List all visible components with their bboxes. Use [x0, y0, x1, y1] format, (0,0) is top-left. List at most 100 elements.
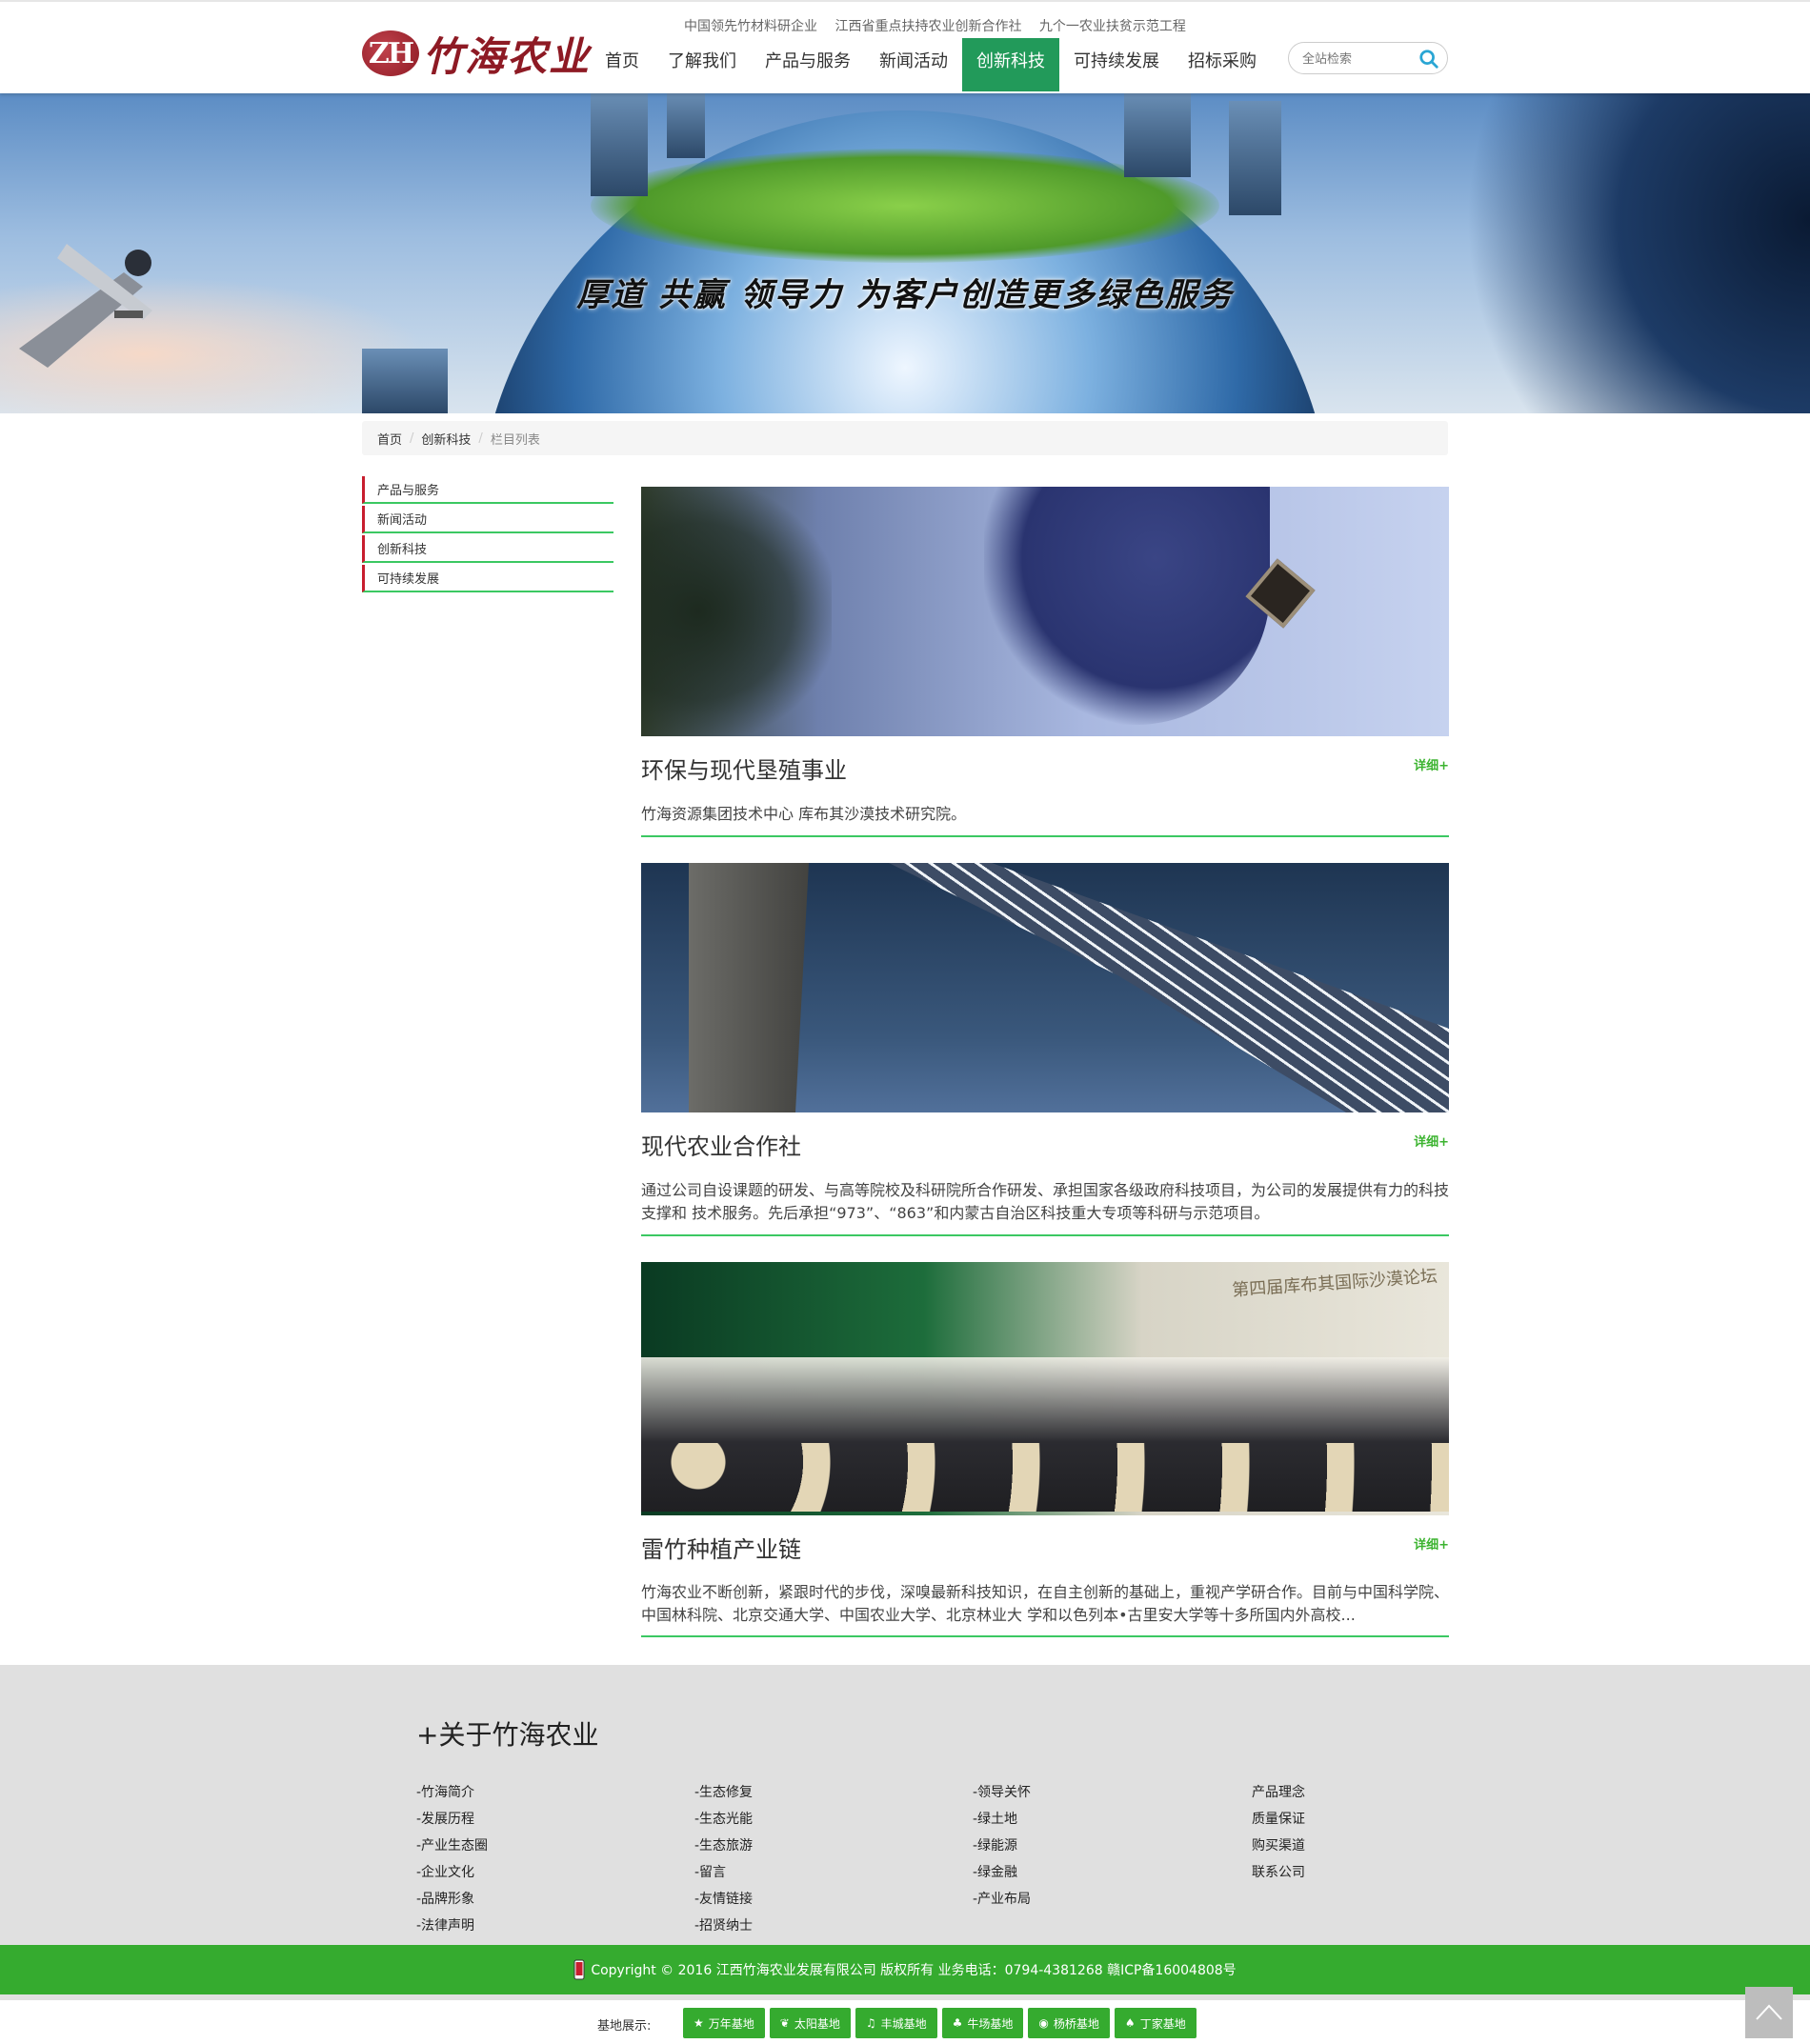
base-button-niuchang[interactable]: ♣ 牛场基地: [941, 2008, 1024, 2038]
site-header: ZH 竹海农业 中国领先竹材料研企业 江西省重点扶持农业创新合作社 九个一农业扶…: [0, 0, 1810, 93]
article-title[interactable]: 雷竹种植产业链: [641, 1531, 801, 1564]
breadcrumb-home[interactable]: 首页: [377, 430, 402, 448]
banner-building: [1124, 91, 1191, 177]
slogan-2: 江西省重点扶持农业创新合作社: [835, 19, 1022, 34]
footer-link[interactable]: -生态修复: [694, 1779, 961, 1806]
logo-text: 竹海农业: [423, 32, 592, 80]
footer-link[interactable]: 质量保证: [1252, 1806, 1518, 1833]
base-button-wannian[interactable]: ★ 万年基地: [683, 2008, 765, 2038]
footer-link[interactable]: -法律声明: [416, 1913, 683, 1939]
footer-column: -竹海简介 -发展历程 -产业生态圈 -企业文化 -品牌形象 -法律声明: [416, 1779, 683, 1939]
footer-link[interactable]: 购买渠道: [1252, 1833, 1518, 1859]
star-icon: ★: [694, 2016, 704, 2030]
footer-link[interactable]: -发展历程: [416, 1806, 683, 1833]
article-title[interactable]: 环保与现代垦殖事业: [641, 751, 847, 785]
breadcrumb-innovation[interactable]: 创新科技: [421, 430, 471, 448]
banner-building: [1229, 101, 1281, 215]
nav-innovation[interactable]: 创新科技: [962, 38, 1059, 91]
site-logo[interactable]: ZH 竹海农业: [362, 29, 591, 80]
base-label: 基地展示:: [597, 2019, 652, 2034]
logo-mark: ZH: [362, 30, 419, 76]
banner-building: [362, 349, 448, 413]
base-button-yangqiao[interactable]: ◉ 杨桥基地: [1028, 2008, 1110, 2038]
breadcrumb-separator: /: [478, 431, 483, 446]
image-caps: [641, 1443, 1449, 1512]
copyright-text: Copyright © 2016 江西竹海农业发展有限公司 版权所有 业务电话：…: [591, 1963, 1237, 1978]
footer-column: 产品理念 质量保证 购买渠道 联系公司: [1252, 1779, 1518, 1886]
article-title[interactable]: 现代农业合作社: [641, 1128, 801, 1161]
base-button-label: 牛场基地: [967, 2016, 1014, 2031]
footer-link[interactable]: -竹海简介: [416, 1779, 683, 1806]
image-pillar: [689, 863, 809, 1112]
footer-link[interactable]: -生态光能: [694, 1806, 961, 1833]
article-description: 竹海资源集团技术中心 库布其沙漠技术研究院。: [641, 805, 967, 823]
image-forum-sign: 第四届库布其国际沙漠论坛: [1231, 1266, 1438, 1301]
article-more-link[interactable]: 详细+: [1414, 755, 1449, 773]
footer-link[interactable]: -生态旅游: [694, 1833, 961, 1859]
image-solar-panel: [889, 863, 1449, 1112]
article-card: 现代农业合作社 详细+ 通过公司自设课题的研发、与高等院校及科研院所合作研发、承…: [641, 863, 1449, 1236]
nav-procurement[interactable]: 招标采购: [1174, 38, 1271, 91]
copyright-bar: Copyright © 2016 江西竹海农业发展有限公司 版权所有 业务电话：…: [0, 1945, 1810, 1994]
footer-link[interactable]: -产业布局: [973, 1886, 1239, 1913]
article-image-forum[interactable]: 第四届库布其国际沙漠论坛: [641, 1262, 1449, 1515]
sidebar-item-sustainability[interactable]: 可持续发展: [362, 565, 613, 592]
slogan-3: 九个一农业扶贫示范工程: [1038, 19, 1186, 34]
article-image-solar[interactable]: [641, 863, 1449, 1112]
banner-building: [667, 91, 705, 158]
bell-icon: ♫: [865, 2016, 876, 2030]
nav-news[interactable]: 新闻活动: [865, 38, 962, 91]
article-more-link[interactable]: 详细+: [1414, 1132, 1449, 1150]
banner-building: [591, 91, 648, 196]
main-nav: 首页 了解我们 产品与服务 新闻活动 创新科技 可持续发展 招标采购: [591, 38, 1271, 91]
footer-link[interactable]: -绿土地: [973, 1806, 1239, 1833]
footer-link[interactable]: -友情链接: [694, 1886, 961, 1913]
banner-space: [1429, 91, 1810, 413]
image-foliage: [641, 487, 832, 736]
nav-home[interactable]: 首页: [591, 38, 654, 91]
globe-icon: ◉: [1038, 2016, 1049, 2030]
base-button-label: 太阳基地: [794, 2016, 840, 2031]
base-buttons: ★ 万年基地 ❦ 太阳基地 ♫ 丰城基地 ♣ 牛场基地 ◉ 杨桥基地 ♠ 丁家基…: [683, 2008, 1201, 2038]
footer-link[interactable]: -品牌形象: [416, 1886, 683, 1913]
breadcrumb-current: 栏目列表: [490, 432, 540, 448]
nav-products[interactable]: 产品与服务: [751, 38, 865, 91]
header-slogans: 中国领先竹材料研企业 江西省重点扶持农业创新合作社 九个一农业扶贫示范工程: [684, 16, 1199, 35]
footer-link[interactable]: -招贤纳士: [694, 1913, 961, 1939]
base-button-dingjia[interactable]: ♠ 丁家基地: [1114, 2008, 1197, 2038]
back-to-top-button[interactable]: [1745, 1987, 1793, 2038]
footer-link[interactable]: -领导关怀: [973, 1779, 1239, 1806]
footer-title: +关于竹海农业: [416, 1719, 599, 1751]
article-description: 竹海农业不断创新，紧跟时代的步伐，深嗅最新科技知识，在自主创新的基础上，重视产学…: [641, 1583, 1450, 1624]
article-description: 通过公司自设课题的研发、与高等院校及科研院所合作研发、承担国家各级政府科技项目，…: [641, 1181, 1450, 1222]
phone-icon: [573, 1959, 585, 1980]
banner-tagline: 厚道 共赢 领导力 为客户创造更多绿色服务: [576, 276, 1234, 314]
search-input[interactable]: [1300, 49, 1417, 70]
sidebar: 产品与服务 新闻活动 创新科技 可持续发展: [362, 476, 613, 594]
base-button-label: 丁家基地: [1139, 2016, 1186, 2031]
footer-link[interactable]: -绿金融: [973, 1859, 1239, 1886]
base-button-taiyang[interactable]: ❦ 太阳基地: [769, 2008, 851, 2038]
sidebar-item-products[interactable]: 产品与服务: [362, 476, 613, 504]
footer-link[interactable]: -留言: [694, 1859, 961, 1886]
footer-link[interactable]: -企业文化: [416, 1859, 683, 1886]
image-glove: [984, 487, 1270, 725]
footer-link[interactable]: -绿能源: [973, 1833, 1239, 1859]
sidebar-item-news[interactable]: 新闻活动: [362, 506, 613, 533]
article-image-chip[interactable]: [641, 487, 1449, 736]
article-card: 第四届库布其国际沙漠论坛 雷竹种植产业链 详细+ 竹海农业不断创新，紧跟时代的步…: [641, 1262, 1449, 1637]
footer-link[interactable]: -产业生态圈: [416, 1833, 683, 1859]
base-button-fengcheng[interactable]: ♫ 丰城基地: [855, 2008, 937, 2038]
article-card: 环保与现代垦殖事业 详细+ 竹海资源集团技术中心 库布其沙漠技术研究院。: [641, 487, 1449, 837]
base-button-label: 丰城基地: [880, 2016, 927, 2031]
article-more-link[interactable]: 详细+: [1414, 1534, 1449, 1553]
footer-link[interactable]: 产品理念: [1252, 1779, 1518, 1806]
sidebar-item-innovation[interactable]: 创新科技: [362, 535, 613, 563]
search-icon[interactable]: [1418, 49, 1439, 70]
hero-banner: 厚道 共赢 领导力 为客户创造更多绿色服务: [0, 91, 1810, 413]
sprout-icon: ♣: [952, 2016, 963, 2030]
nav-about[interactable]: 了解我们: [654, 38, 751, 91]
base-button-label: 万年基地: [708, 2016, 754, 2031]
nav-sustainability[interactable]: 可持续发展: [1059, 38, 1174, 91]
footer-link[interactable]: 联系公司: [1252, 1859, 1518, 1886]
